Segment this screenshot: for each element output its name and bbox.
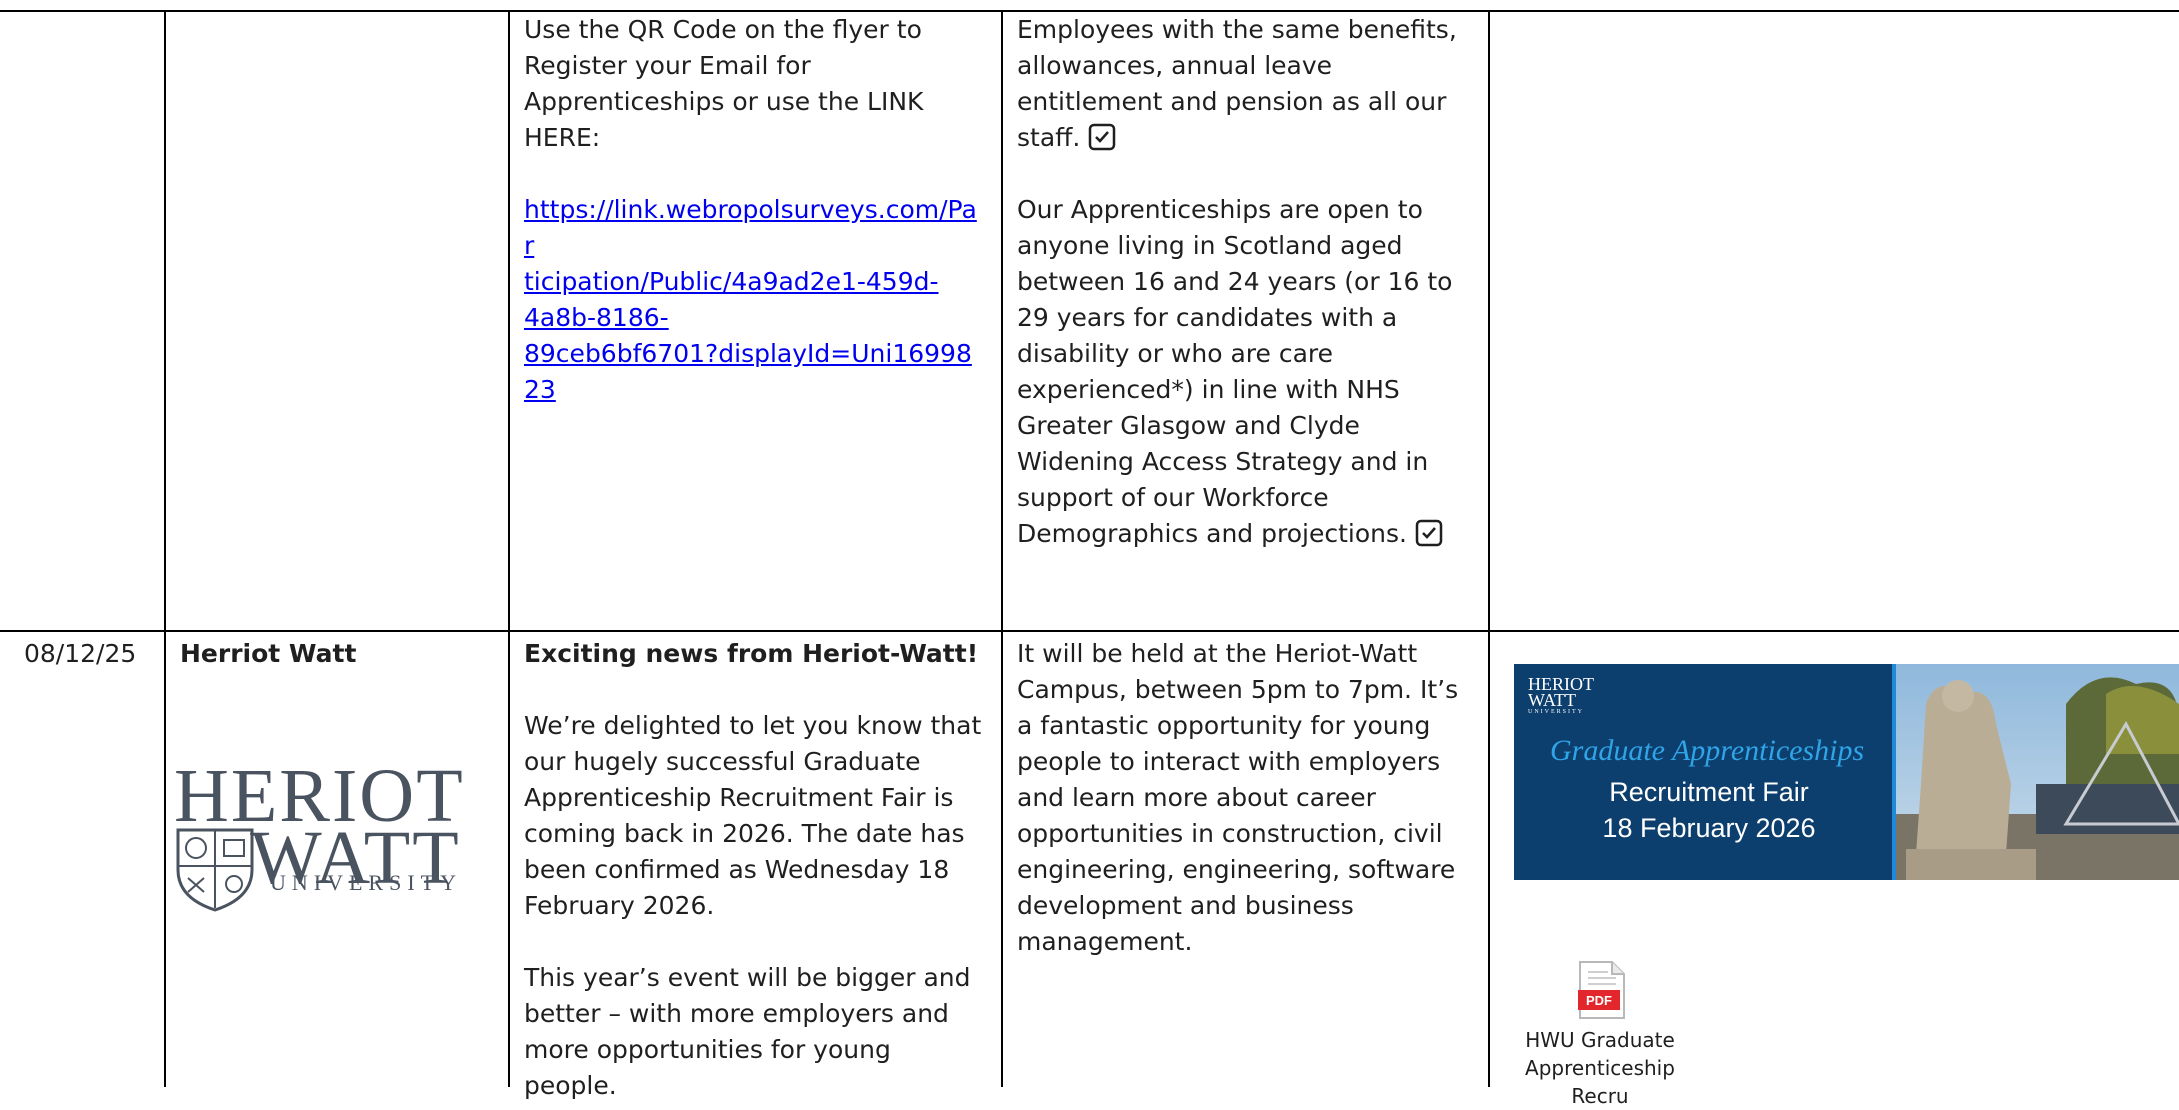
row1-benefits-text: Employees with the same benefits, allowa…	[1017, 12, 1474, 156]
row2-organisation-cell: Herriot Watt	[166, 636, 508, 672]
banner-logo-university: UNIVERSITY	[1528, 709, 1584, 715]
column-divider-4	[1488, 10, 1490, 1087]
banner-title: Graduate Apprenticeships	[1550, 734, 1865, 767]
banner-logo: HERIOT WATT UNIVERSITY	[1528, 675, 1594, 716]
eligibility-text: Our Apprenticeships are open to anyone l…	[1017, 195, 1453, 548]
news-paragraph-1: We’re delighted to let you know that our…	[524, 711, 982, 920]
pdf-caption-line-1: HWU Graduate	[1525, 1028, 1675, 1052]
row2-details-cell: Exciting news from Heriot-Watt! We’re de…	[510, 636, 1001, 1104]
pdf-icon-label: PDF	[1586, 993, 1612, 1008]
date-text: 08/12/25	[24, 639, 137, 668]
logo-word-university: UNIVERSITY	[270, 870, 462, 895]
row2-date-cell: 08/12/25	[10, 636, 164, 672]
banner-subtitle-line-2: 18 February 2026	[1602, 813, 1816, 843]
banner-subtitle-line-1: Recruitment Fair	[1609, 777, 1809, 807]
row1-notes-cell: Employees with the same benefits, allowa…	[1003, 12, 1488, 552]
statue-photo	[1896, 664, 2179, 880]
banner-logo-watt: WATT	[1528, 690, 1576, 710]
link-line-1[interactable]: https://link.webropolsurveys.com/Par	[524, 195, 977, 260]
row1-eligibility-text: Our Apprenticeships are open to anyone l…	[1017, 192, 1474, 552]
pdf-caption-line-2: Apprenticeship Recru	[1525, 1056, 1675, 1108]
registration-link[interactable]: https://link.webropolsurveys.com/Par tic…	[524, 192, 987, 408]
link-line-2[interactable]: ticipation/Public/4a9ad2e1-459d-	[524, 267, 939, 296]
news-paragraph-2: This year’s event will be bigger and bet…	[524, 963, 971, 1100]
event-details-text: It will be held at the Heriot-Watt Campu…	[1017, 639, 1459, 956]
row1-details-cell: Use the QR Code on the flyer to Register…	[510, 12, 1001, 408]
column-divider-1	[164, 10, 166, 1087]
checkbox-checked-icon	[1089, 123, 1116, 151]
banner-subtitle: Recruitment Fair 18 February 2026	[1594, 774, 1824, 846]
crest-icon	[176, 828, 254, 912]
document-table: Use the QR Code on the flyer to Register…	[0, 0, 2179, 1108]
link-line-4[interactable]: 89ceb6bf6701?displayId=Uni1699823	[524, 339, 972, 404]
news-heading: Exciting news from Heriot-Watt!	[524, 639, 979, 668]
pdf-file-icon[interactable]: PDF	[1578, 960, 1626, 1020]
row-divider	[0, 630, 2179, 632]
benefits-text: Employees with the same benefits, allowa…	[1017, 15, 1457, 152]
row1-intro-text: Use the QR Code on the flyer to Register…	[524, 15, 924, 152]
row2-notes-cell: It will be held at the Heriot-Watt Campu…	[1003, 636, 1488, 960]
pdf-caption[interactable]: HWU Graduate Apprenticeship Recru	[1500, 1026, 1700, 1110]
organisation-name: Herriot Watt	[180, 639, 357, 668]
heriot-watt-logo: HERIOT WATT UNIVERSITY	[174, 758, 494, 912]
checkbox-checked-icon	[1415, 519, 1443, 547]
link-line-3[interactable]: 4a8b-8186-	[524, 303, 669, 332]
recruitment-fair-banner[interactable]: HERIOT WATT UNIVERSITY Graduate Apprenti…	[1514, 664, 2179, 880]
